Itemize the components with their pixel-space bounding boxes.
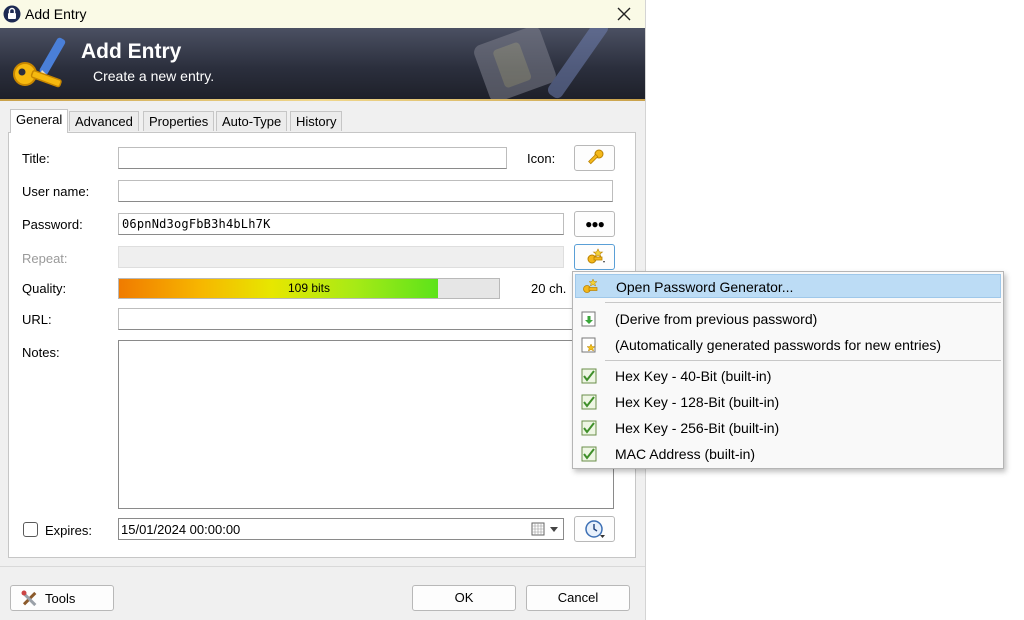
tab-properties[interactable]: Properties [143,111,215,131]
tab-general[interactable]: General [10,109,69,133]
expiry-date-input[interactable]: 15/01/2024 00:00:00 [118,518,564,540]
menu-item-hex-key-40[interactable]: Hex Key - 40-Bit (built-in) [575,364,1001,388]
banner-divider [0,99,645,101]
icon-label: Icon: [527,151,556,166]
key-icon [587,149,603,165]
tools-button[interactable]: Tools [10,585,114,611]
menu-separator [605,360,1001,361]
add-entry-dialog: Add Entry Add Entry Create a new entry. … [0,0,646,620]
profile-icon [581,446,597,462]
profile-icon [581,394,597,410]
menu-item-hex-key-256[interactable]: Hex Key - 256-Bit (built-in) [575,416,1001,440]
menu-item-hex-key-128[interactable]: Hex Key - 128-Bit (built-in) [575,390,1001,414]
menu-item-label: (Automatically generated passwords for n… [615,337,942,353]
add-entry-logo-icon [13,37,66,88]
menu-item-label: Open Password Generator... [616,279,794,295]
footer-divider [0,566,645,567]
tab-history[interactable]: History [290,111,343,131]
notes-label: Notes: [22,345,60,360]
password-generator-icon [583,278,598,293]
reveal-password-button[interactable]: ●●● [574,211,615,237]
header-banner: Add Entry Create a new entry. [0,28,645,101]
icon-picker-button[interactable] [574,145,615,171]
tab-auto-type[interactable]: Auto-Type [216,111,288,131]
menu-item-label: Hex Key - 128-Bit (built-in) [615,394,780,410]
expiry-date-value: 15/01/2024 00:00:00 [121,522,241,537]
repeat-label: Repeat: [22,251,68,266]
banner-title: Add Entry [81,40,182,63]
url-label: URL: [22,312,52,327]
menu-item-open-password-generator[interactable]: Open Password Generator... [575,274,1001,298]
close-icon [617,7,631,21]
title-bar: Add Entry [0,0,645,28]
password-generator-icon [587,248,605,264]
menu-item-auto-generated[interactable]: (Automatically generated passwords for n… [575,333,1001,357]
password-quality-bar: 109 bits [118,278,500,299]
repeat-password-input [118,246,564,268]
quality-label: Quality: [22,281,67,296]
tab-advanced[interactable]: Advanced [69,111,139,131]
password-input[interactable]: 06pnNd3ogFbB3h4bLh7K [118,213,564,235]
profile-icon [581,368,597,384]
expires-label: Expires: [45,523,92,538]
password-length: 20 ch. [531,281,567,296]
menu-separator [605,302,1001,303]
menu-item-mac-address[interactable]: MAC Address (built-in) [575,442,1001,466]
auto-generate-icon [581,337,596,353]
password-quality-text: 109 bits [287,281,331,295]
username-label: User name: [22,184,90,199]
password-label: Password: [22,217,83,232]
tools-button-label: Tools [45,591,76,606]
clock-icon [584,520,605,538]
title-label: Title: [22,151,50,166]
password-generator-menu: Open Password Generator... (Derive from … [572,271,1004,469]
menu-item-label: Hex Key - 256-Bit (built-in) [615,420,780,436]
username-input[interactable] [118,180,613,202]
keepass-lock-icon [3,5,21,23]
notes-textarea[interactable] [118,340,614,509]
cancel-button[interactable]: Cancel [526,585,630,611]
banner-watermark-icon [474,28,609,101]
menu-item-label: (Derive from previous password) [615,311,818,327]
ok-button[interactable]: OK [412,585,516,611]
window-title: Add Entry [25,6,87,22]
derive-icon [581,311,596,327]
menu-item-label: MAC Address (built-in) [615,446,756,462]
menu-item-label: Hex Key - 40-Bit (built-in) [615,368,772,384]
title-input[interactable] [118,147,507,169]
banner-subtitle: Create a new entry. [93,68,215,84]
expires-checkbox[interactable] [23,522,38,537]
close-button[interactable] [612,2,636,26]
calendar-dropdown-icon[interactable] [529,521,561,537]
expiry-presets-button[interactable] [574,516,615,542]
url-input[interactable] [118,308,613,330]
tools-icon [21,590,37,607]
profile-icon [581,420,597,436]
menu-item-derive-from-previous[interactable]: (Derive from previous password) [575,307,1001,331]
password-generator-button[interactable] [574,244,615,270]
